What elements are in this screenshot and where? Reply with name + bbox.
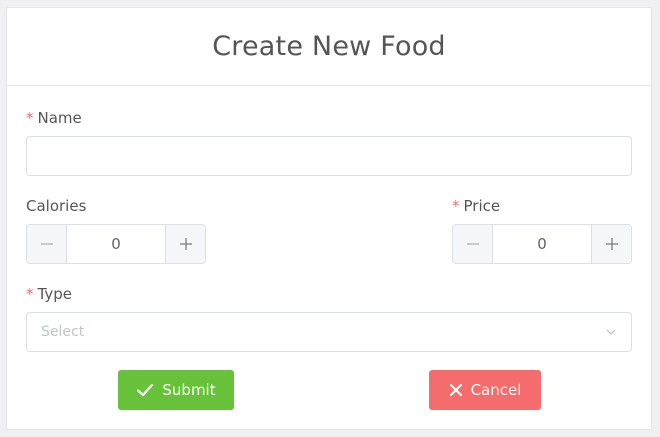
required-mark: *: [452, 197, 460, 215]
calories-stepper: 0: [26, 224, 206, 264]
name-input[interactable]: [26, 136, 632, 176]
cancel-button[interactable]: Cancel: [429, 370, 541, 410]
cancel-label: Cancel: [470, 381, 522, 399]
required-mark: *: [26, 109, 34, 127]
minus-icon: [40, 243, 53, 245]
calories-decrease-button[interactable]: [27, 225, 67, 263]
price-increase-button[interactable]: [591, 225, 631, 263]
calories-value[interactable]: 0: [67, 225, 165, 263]
type-select[interactable]: Select: [26, 312, 632, 352]
plus-icon: [605, 238, 618, 250]
submit-button[interactable]: Submit: [118, 370, 234, 410]
dialog-title: Create New Food: [212, 31, 446, 62]
name-label-text: Name: [37, 109, 82, 127]
create-food-dialog: Create New Food * Name Calories 0 * Price …: [6, 7, 652, 430]
chevron-down-icon: [606, 329, 616, 335]
price-value[interactable]: 0: [493, 225, 591, 263]
submit-label: Submit: [162, 381, 216, 399]
type-label: * Type: [26, 285, 72, 303]
price-label-text: Price: [463, 197, 501, 215]
type-select-placeholder: Select: [41, 324, 85, 340]
name-label: * Name: [26, 109, 82, 127]
minus-icon: [466, 243, 479, 245]
calories-increase-button[interactable]: [165, 225, 205, 263]
price-stepper: 0: [452, 224, 632, 264]
plus-icon: [179, 238, 192, 250]
price-decrease-button[interactable]: [453, 225, 493, 263]
calories-label: Calories: [26, 197, 87, 215]
price-label: * Price: [452, 197, 500, 215]
type-label-text: Type: [37, 285, 72, 303]
dialog-header: Create New Food: [7, 8, 651, 86]
required-mark: *: [26, 285, 34, 303]
close-icon: [449, 383, 463, 397]
check-icon: [136, 381, 154, 399]
